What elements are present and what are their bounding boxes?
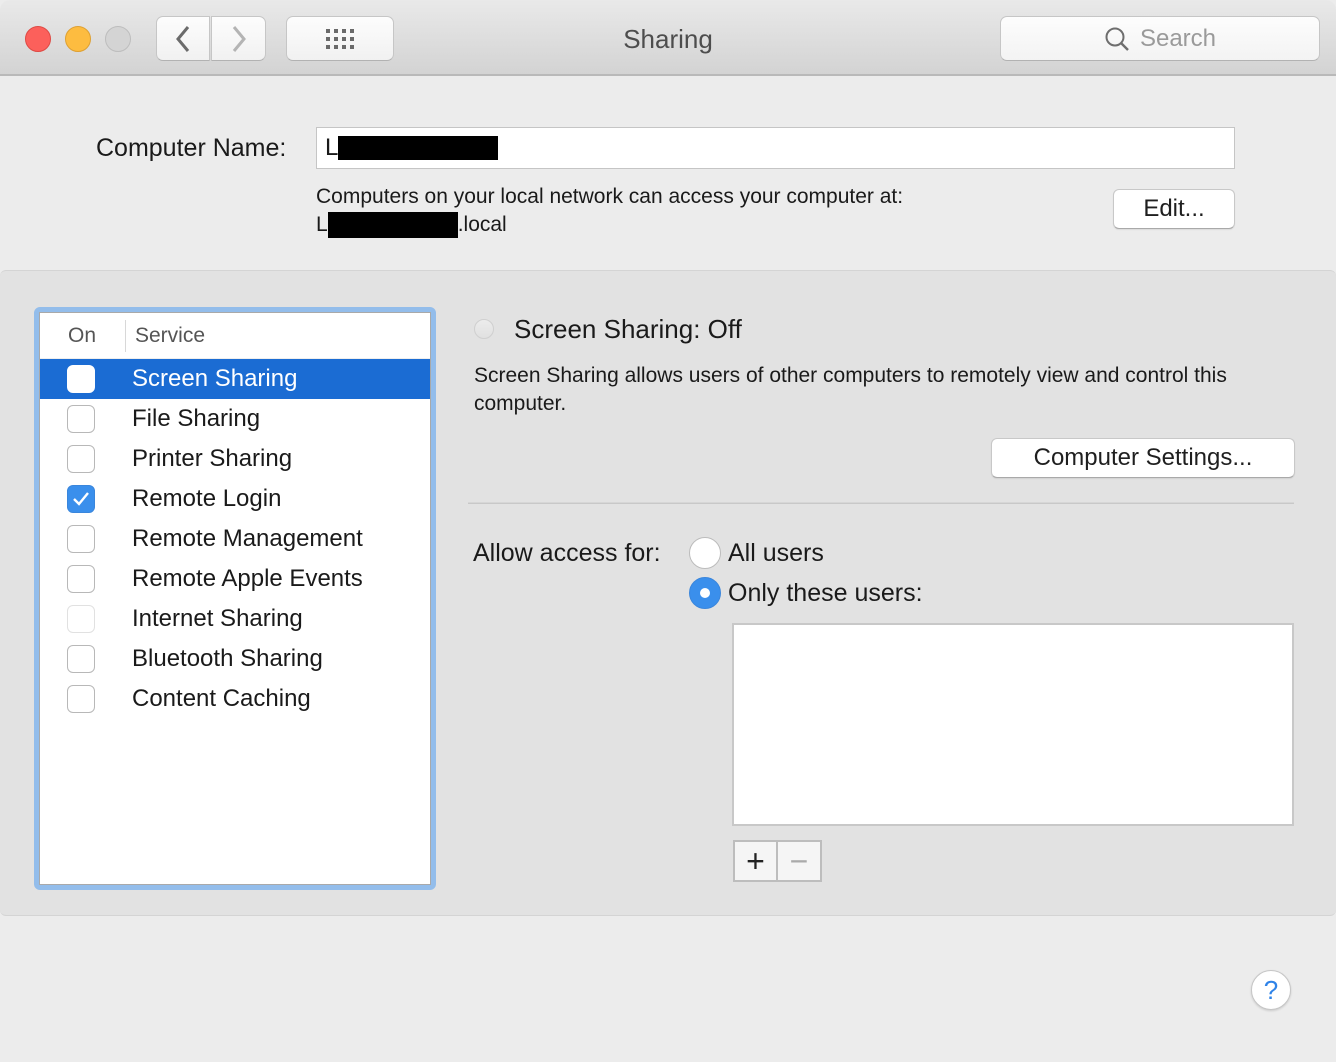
service-row[interactable]: Remote Login xyxy=(40,479,430,519)
service-row[interactable]: Bluetooth Sharing xyxy=(40,639,430,679)
search-field[interactable]: Search xyxy=(1000,16,1320,61)
allow-access-label: Allow access for: xyxy=(473,539,661,567)
minus-icon: − xyxy=(789,842,809,879)
computer-name-label: Computer Name: xyxy=(96,134,287,162)
service-checkbox[interactable] xyxy=(67,405,95,433)
service-row[interactable]: Content Caching xyxy=(40,679,430,719)
search-placeholder: Search xyxy=(1139,24,1217,52)
computer-name-input[interactable]: L xyxy=(316,127,1235,169)
service-label: Bluetooth Sharing xyxy=(132,645,323,672)
service-row[interactable]: Remote Management xyxy=(40,519,430,559)
services-header: On Service xyxy=(40,313,430,359)
column-header-on[interactable]: On xyxy=(40,319,126,352)
radio-only-these-users[interactable]: Only these users: xyxy=(689,577,923,609)
divider xyxy=(468,502,1294,504)
service-label: Remote Management xyxy=(132,525,363,552)
service-label: Internet Sharing xyxy=(132,605,303,632)
service-description: Screen Sharing allows users of other com… xyxy=(474,364,1227,415)
service-label: Content Caching xyxy=(132,685,311,712)
network-address-info: Computers on your local network can acce… xyxy=(316,183,903,239)
hostname-suffix: .local xyxy=(457,213,507,236)
service-checkbox[interactable] xyxy=(67,365,95,393)
service-status-title: Screen Sharing: Off xyxy=(514,314,742,344)
service-label: Printer Sharing xyxy=(132,445,293,472)
plus-icon: + xyxy=(746,842,765,879)
radio-button[interactable] xyxy=(689,537,721,569)
service-checkbox[interactable] xyxy=(67,445,95,473)
service-label: Remote Login xyxy=(132,485,282,512)
network-help-text: Computers on your local network can acce… xyxy=(316,185,904,208)
service-row[interactable]: Screen Sharing xyxy=(40,359,430,399)
service-checkbox xyxy=(67,605,95,633)
status-indicator-icon xyxy=(474,319,494,339)
remove-user-button[interactable]: − xyxy=(777,840,822,882)
radio-label: Only these users: xyxy=(728,578,923,607)
service-checkbox[interactable] xyxy=(67,685,95,713)
services-list: On Service Screen Sharing File Sharing Pri… xyxy=(34,307,436,890)
service-row[interactable]: Printer Sharing xyxy=(40,439,430,479)
service-checkbox[interactable] xyxy=(67,485,95,513)
service-checkbox[interactable] xyxy=(67,565,95,593)
service-label: Screen Sharing xyxy=(132,365,298,392)
add-user-button[interactable]: + xyxy=(733,840,778,882)
help-button[interactable]: ? xyxy=(1251,970,1291,1010)
edit-button[interactable]: Edit... xyxy=(1113,189,1235,229)
title-bar: Sharing Search xyxy=(0,0,1336,76)
redacted-name xyxy=(338,136,499,160)
sharing-panel: On Service Screen Sharing File Sharing Pri… xyxy=(0,270,1336,916)
search-icon xyxy=(1105,27,1129,51)
service-checkbox[interactable] xyxy=(67,645,95,673)
service-label: Remote Apple Events xyxy=(132,565,363,592)
radio-button[interactable] xyxy=(689,577,721,609)
service-row[interactable]: Internet Sharing xyxy=(40,599,430,639)
checkmark-icon xyxy=(73,492,89,506)
radio-label: All users xyxy=(728,538,824,567)
service-row[interactable]: Remote Apple Events xyxy=(40,559,430,599)
computer-name-prefix: L xyxy=(325,134,339,161)
service-row[interactable]: File Sharing xyxy=(40,399,430,439)
column-header-service[interactable]: Service xyxy=(126,324,205,348)
computer-settings-button[interactable]: Computer Settings... xyxy=(991,438,1295,478)
allowed-users-list[interactable] xyxy=(732,623,1294,826)
hostname-prefix: L xyxy=(316,213,328,236)
service-checkbox[interactable] xyxy=(67,525,95,553)
question-mark-icon: ? xyxy=(1263,974,1279,1005)
service-label: File Sharing xyxy=(132,405,261,432)
redacted-hostname xyxy=(327,212,458,238)
radio-all-users[interactable]: All users xyxy=(689,537,824,569)
